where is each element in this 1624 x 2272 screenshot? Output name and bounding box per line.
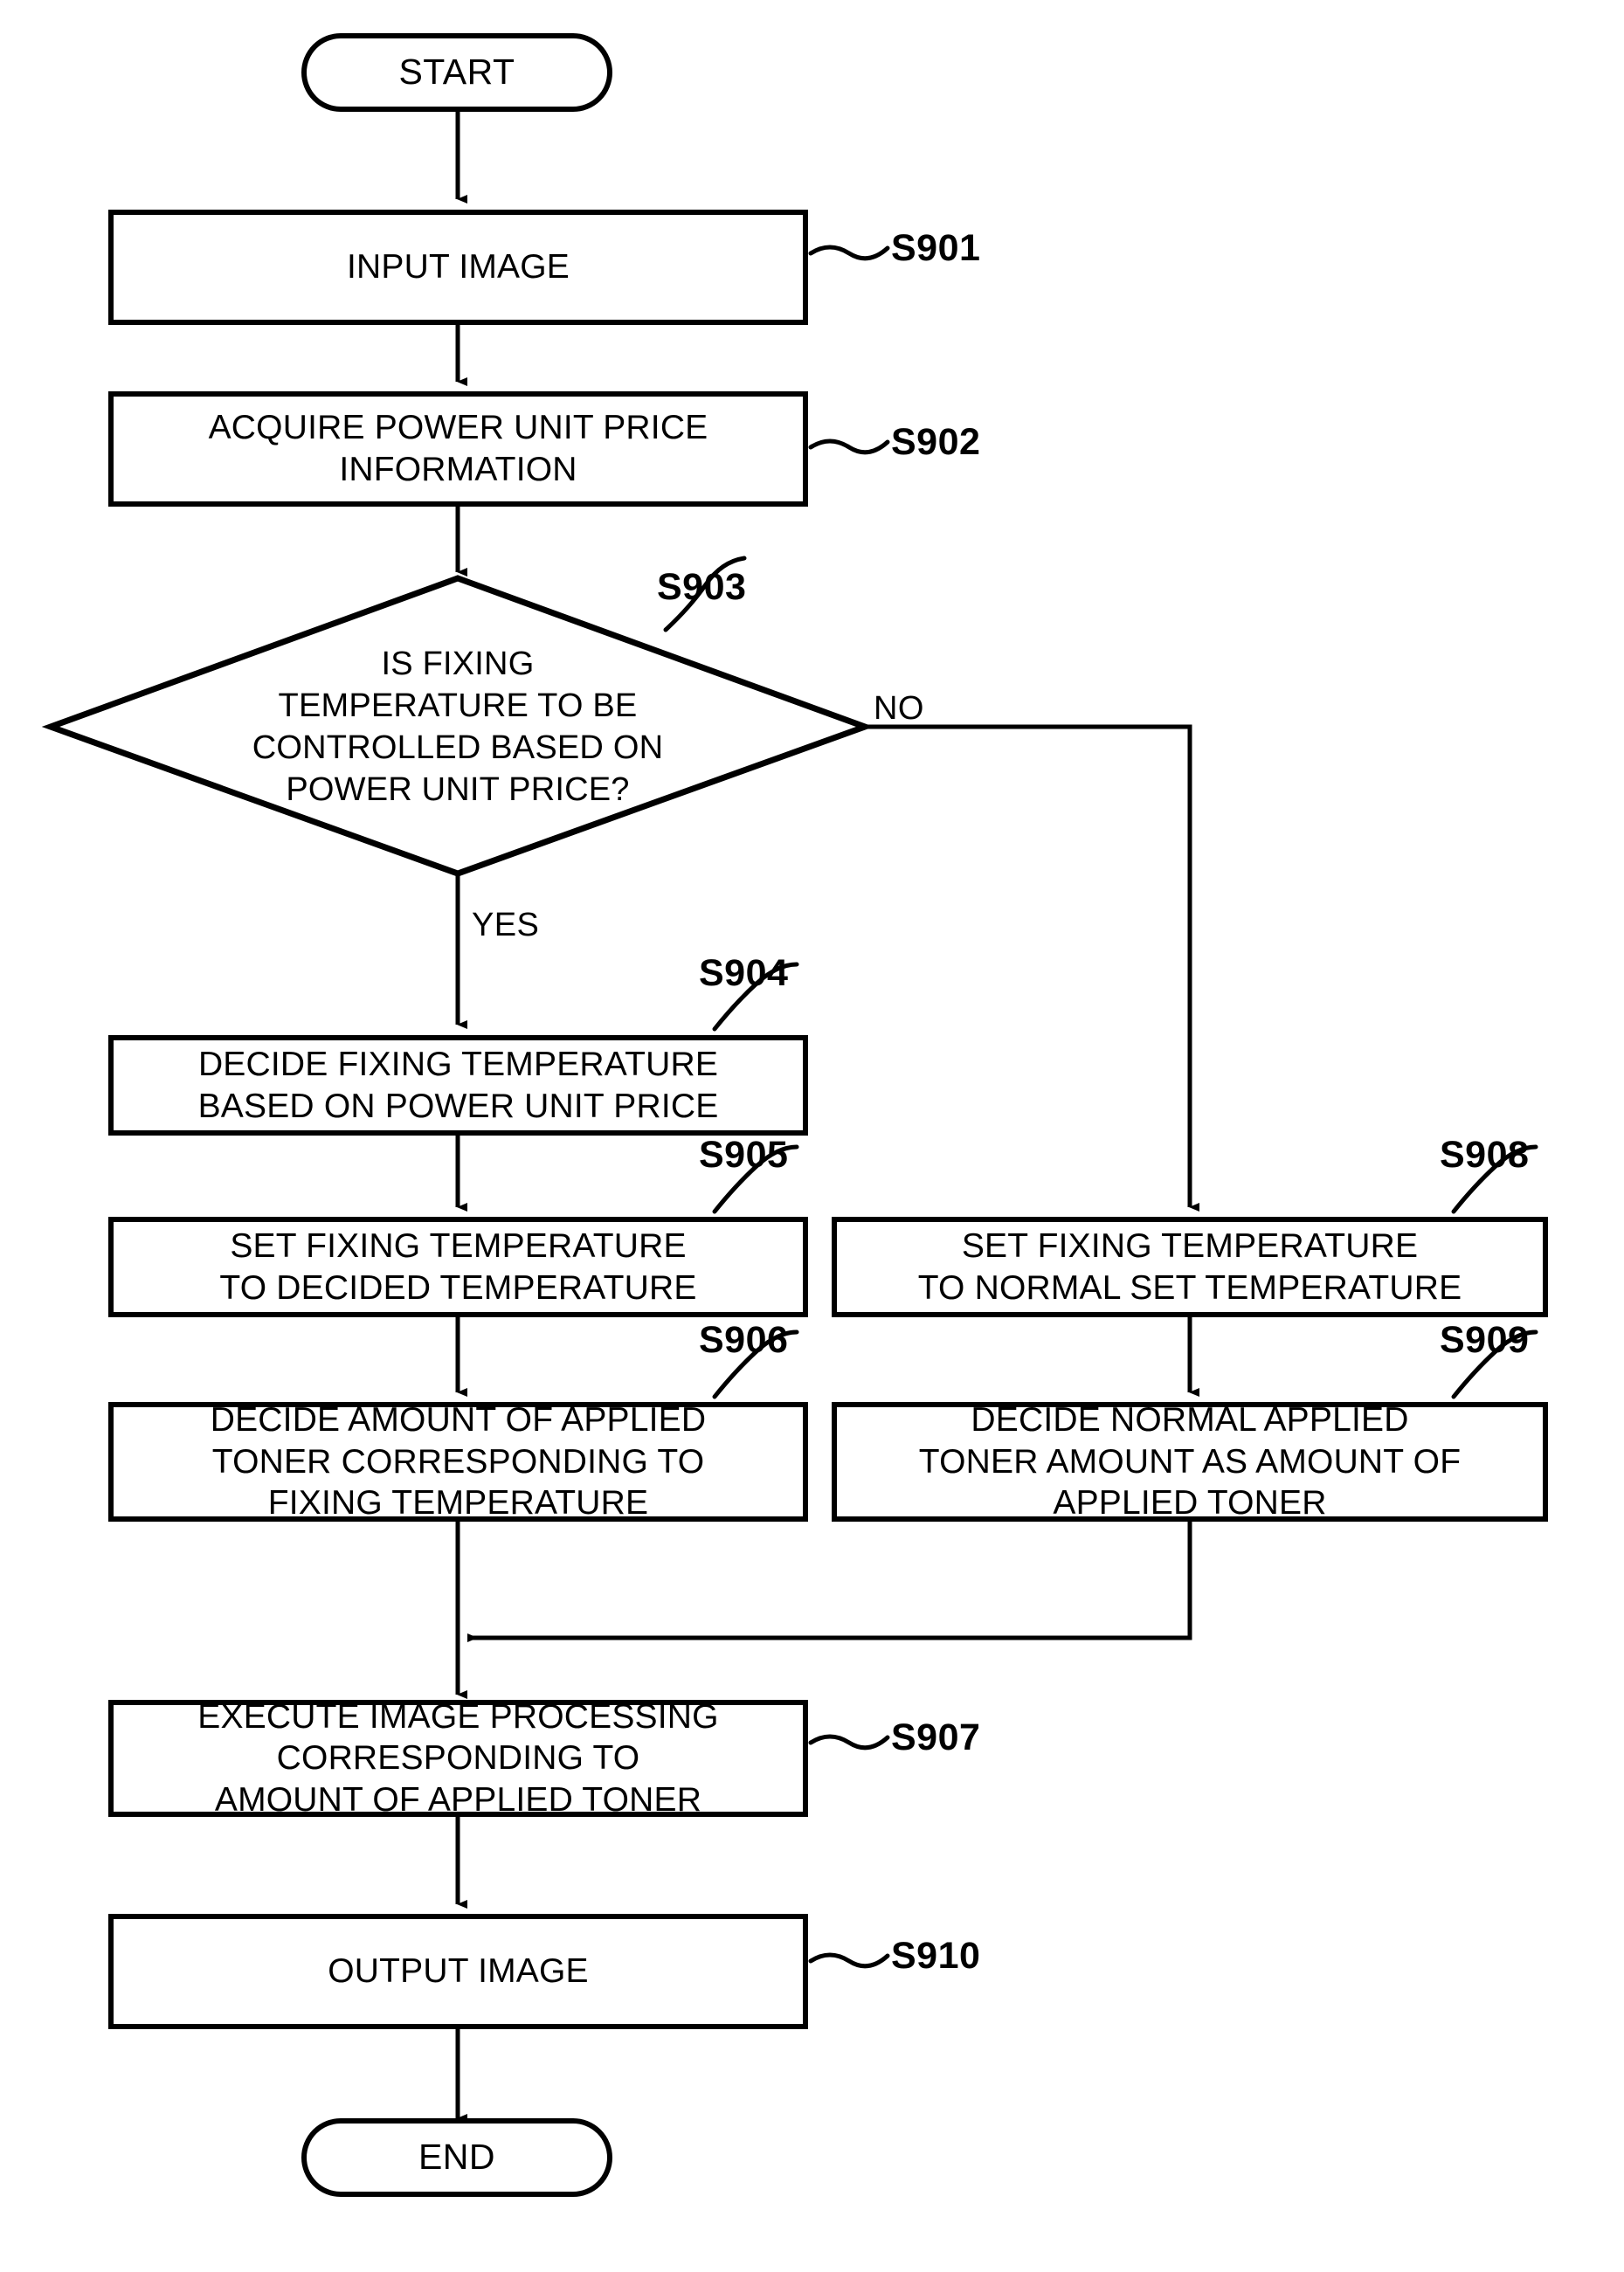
node-s906-label: DECIDE AMOUNT OF APPLIED TONER CORRESPOND…	[210, 1401, 707, 1523]
step-label-s901: S901	[891, 227, 981, 269]
edge-s903-no-to-s908	[865, 724, 1199, 1212]
node-end[interactable]: END	[301, 2118, 612, 2197]
flowchart-canvas: START END INPUT IMAGE ACQUIRE POWER UNIT…	[0, 0, 1624, 2272]
node-s910-label: OUTPUT IMAGE	[328, 1952, 589, 1991]
step-label-s907: S907	[891, 1716, 981, 1758]
step-label-s903: S903	[657, 566, 747, 608]
leader-s902	[808, 439, 890, 455]
node-s901-label: INPUT IMAGE	[346, 248, 570, 287]
node-s905-label: SET FIXING TEMPERATURE TO DECIDED TEMPERA…	[219, 1226, 697, 1307]
node-s906[interactable]: DECIDE AMOUNT OF APPLIED TONER CORRESPOND…	[108, 1401, 808, 1523]
node-s903[interactable]: IS FIXING TEMPERATURE TO BE CONTROLLED BAS…	[213, 627, 702, 828]
step-label-s906: S906	[699, 1319, 789, 1361]
edge-s909-to-merge	[467, 1522, 1192, 1642]
step-label-s905: S905	[699, 1134, 789, 1176]
leader-s910	[808, 1952, 890, 1969]
step-label-s904: S904	[699, 952, 789, 994]
step-label-s908: S908	[1440, 1134, 1530, 1176]
node-start[interactable]: START	[301, 33, 612, 112]
branch-label-yes: YES	[472, 907, 540, 943]
node-s909[interactable]: DECIDE NORMAL APPLIED TONER AMOUNT AS AMO…	[832, 1401, 1548, 1523]
step-label-s902: S902	[891, 421, 981, 463]
node-s904[interactable]: DECIDE FIXING TEMPERATURE BASED ON POWER …	[108, 1035, 808, 1136]
node-start-label: START	[398, 52, 515, 93]
node-s907[interactable]: EXECUTE IMAGE PROCESSING CORRESPONDING TO…	[108, 1698, 808, 1819]
node-s902[interactable]: ACQUIRE POWER UNIT PRICE INFORMATION	[108, 391, 808, 507]
node-s908-label: SET FIXING TEMPERATURE TO NORMAL SET TEMP…	[917, 1226, 1462, 1307]
node-s910[interactable]: OUTPUT IMAGE	[108, 1914, 808, 2029]
node-end-label: END	[418, 2137, 496, 2178]
leader-s901	[808, 245, 890, 261]
node-s902-label: ACQUIRE POWER UNIT PRICE INFORMATION	[208, 409, 708, 488]
leader-s907	[808, 1734, 890, 1751]
node-s903-label: IS FIXING TEMPERATURE TO BE CONTROLLED BAS…	[252, 646, 664, 808]
node-s908[interactable]: SET FIXING TEMPERATURE TO NORMAL SET TEMP…	[832, 1217, 1548, 1317]
step-label-s910: S910	[891, 1935, 981, 1977]
node-s907-label: EXECUTE IMAGE PROCESSING CORRESPONDING TO…	[197, 1697, 719, 1819]
node-s901[interactable]: INPUT IMAGE	[108, 210, 808, 325]
node-s904-label: DECIDE FIXING TEMPERATURE BASED ON POWER …	[197, 1045, 719, 1125]
node-s909-label: DECIDE NORMAL APPLIED TONER AMOUNT AS AMO…	[918, 1401, 1462, 1523]
step-label-s909: S909	[1440, 1319, 1530, 1361]
node-s905[interactable]: SET FIXING TEMPERATURE TO DECIDED TEMPERA…	[108, 1217, 808, 1317]
branch-label-no: NO	[874, 690, 924, 727]
